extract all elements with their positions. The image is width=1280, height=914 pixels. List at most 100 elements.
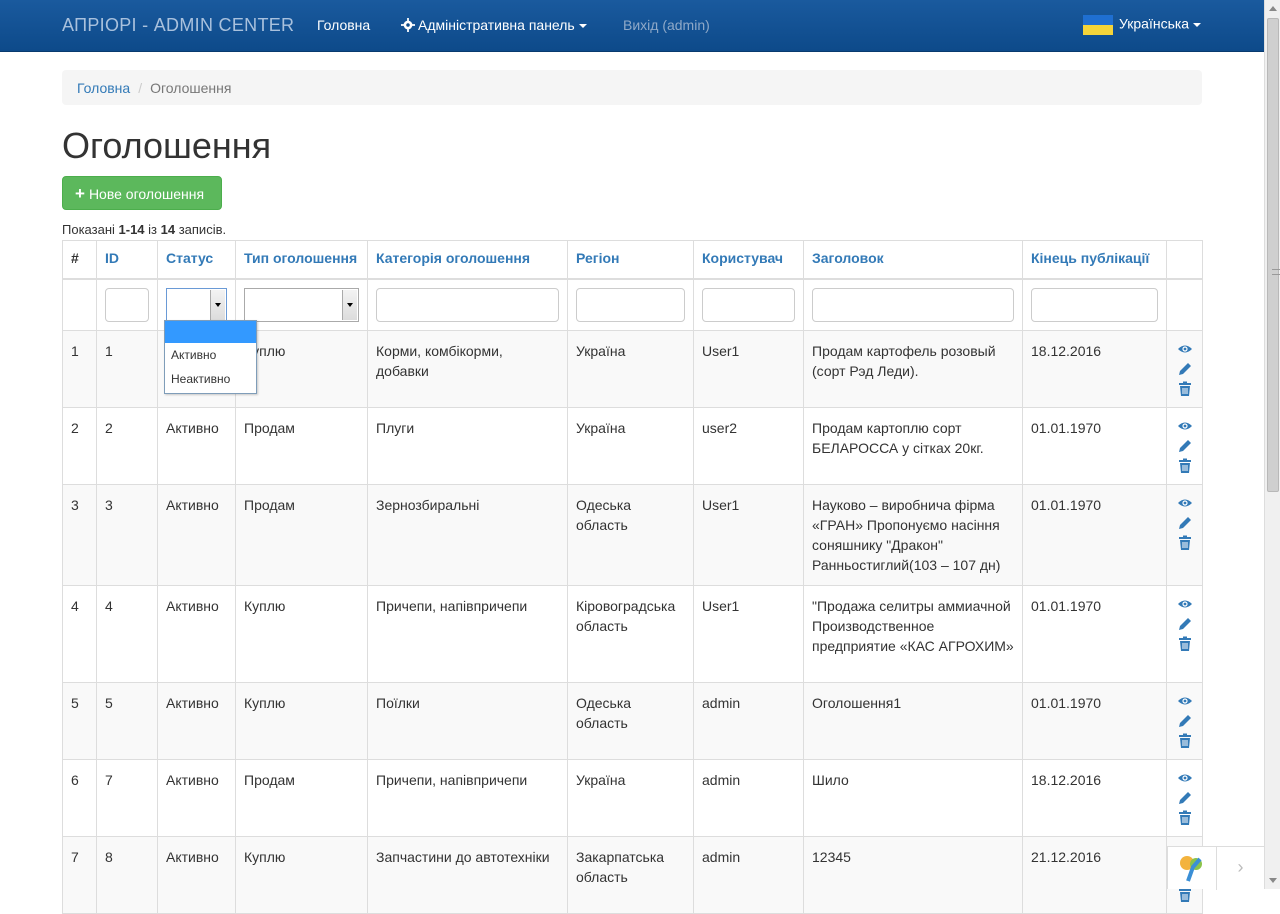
- vertical-scrollbar[interactable]: [1264, 0, 1280, 889]
- cell-title: Продам картоплю сорт БЕЛАРОССА у сітках …: [803, 407, 1023, 485]
- col-end-date[interactable]: Кінець публікації: [1022, 240, 1167, 280]
- filter-title-input[interactable]: [812, 287, 1014, 322]
- col-title[interactable]: Заголовок: [803, 240, 1023, 280]
- dropdown-arrow-icon[interactable]: [210, 289, 225, 320]
- cell-num: 4: [62, 585, 97, 683]
- cell-category: Зернозбиральні: [367, 484, 568, 586]
- col-category[interactable]: Категорія оголошення: [367, 240, 568, 280]
- breadcrumb-current: Оголошення: [150, 80, 232, 96]
- pencil-icon[interactable]: [1177, 438, 1193, 454]
- pencil-icon[interactable]: [1177, 515, 1193, 531]
- filter-type-select[interactable]: [244, 287, 359, 322]
- cell-status: Активно: [157, 484, 236, 586]
- trash-icon[interactable]: [1177, 810, 1193, 826]
- filter-cell: [693, 278, 804, 331]
- filter-cell: [567, 278, 694, 331]
- cell-type: Продам: [235, 407, 368, 485]
- filter-end-date-input[interactable]: [1031, 287, 1158, 322]
- filter-cell: [803, 278, 1023, 331]
- col-status[interactable]: Статус: [157, 240, 236, 280]
- trash-icon[interactable]: [1177, 733, 1193, 749]
- trash-icon[interactable]: [1177, 535, 1193, 551]
- trash-icon[interactable]: [1177, 636, 1193, 652]
- scroll-up-icon[interactable]: [1269, 6, 1277, 11]
- status-option-inactive[interactable]: Неактивно: [165, 367, 256, 391]
- cell-actions: [1166, 407, 1203, 485]
- navbar: АПРІОРІ - ADMIN CENTER Головна Адміністр…: [0, 0, 1264, 52]
- status-option-empty[interactable]: [165, 321, 256, 343]
- cell-end: 18.12.2016: [1022, 759, 1167, 837]
- nav-logout[interactable]: Вихід (admin): [623, 17, 710, 33]
- dropdown-arrow-icon[interactable]: [342, 289, 357, 320]
- eye-icon[interactable]: [1177, 693, 1193, 709]
- gear-icon: [401, 18, 415, 32]
- cell-user[interactable]: User1: [693, 585, 804, 683]
- brand[interactable]: АПРІОРІ - ADMIN CENTER: [62, 15, 294, 36]
- cell-user[interactable]: User1: [693, 484, 804, 586]
- filter-category-input[interactable]: [376, 287, 559, 322]
- cell-end: 01.01.1970: [1022, 585, 1167, 683]
- cell-num: 2: [62, 407, 97, 485]
- new-ad-label: Нове оголошення: [88, 186, 205, 202]
- breadcrumb-home[interactable]: Головна: [77, 80, 130, 96]
- filter-cell: [1022, 278, 1167, 331]
- nav-home[interactable]: Головна: [317, 17, 370, 33]
- trash-icon[interactable]: [1177, 381, 1193, 397]
- filter-status-select[interactable]: [166, 287, 227, 322]
- cell-region: Україна: [567, 330, 694, 408]
- eye-icon[interactable]: [1177, 341, 1193, 357]
- cell-user[interactable]: admin: [693, 836, 804, 914]
- cell-category: Причепи, напівпричепи: [367, 585, 568, 683]
- language-selector[interactable]: Українська: [1083, 15, 1202, 35]
- eye-icon[interactable]: [1177, 495, 1193, 511]
- cell-end: 01.01.1970: [1022, 682, 1167, 760]
- cell-user[interactable]: User1: [693, 330, 804, 408]
- page-title: Оголошення: [62, 125, 272, 166]
- chevron-right-icon[interactable]: ›: [1216, 847, 1264, 890]
- pencil-icon[interactable]: [1177, 713, 1193, 729]
- cell-title: 12345: [803, 836, 1023, 914]
- cell-status: Активно: [157, 585, 236, 683]
- pencil-icon[interactable]: [1177, 790, 1193, 806]
- cell-status: Активно: [157, 759, 236, 837]
- eye-icon[interactable]: [1177, 596, 1193, 612]
- filter-region-input[interactable]: [576, 287, 685, 322]
- cell-type: Куплю: [235, 585, 368, 683]
- filter-id-input[interactable]: [105, 287, 149, 322]
- col-id[interactable]: ID: [96, 240, 158, 280]
- chevron-down-icon: [578, 24, 587, 29]
- yii-logo-icon[interactable]: [1176, 853, 1206, 883]
- col-type[interactable]: Тип оголошення: [235, 240, 368, 280]
- new-ad-button[interactable]: + Нове оголошення: [62, 176, 222, 210]
- table-row: 6 7 Активно Продам Причепи, напівпричепи Укра…: [62, 759, 1203, 837]
- cell-num: 3: [62, 484, 97, 586]
- cell-id: 3: [96, 484, 158, 586]
- col-user[interactable]: Користувач: [693, 240, 804, 280]
- cell-user[interactable]: admin: [693, 682, 804, 760]
- trash-icon[interactable]: [1177, 887, 1193, 903]
- cell-title: "Продажа селитры аммиачной Производствен…: [803, 585, 1023, 683]
- col-region[interactable]: Регіон: [567, 240, 694, 280]
- cell-category: Корми, комбікорми, добавки: [367, 330, 568, 408]
- cell-user[interactable]: user2: [693, 407, 804, 485]
- scroll-thumb[interactable]: [1267, 18, 1280, 492]
- cell-actions: [1166, 484, 1203, 586]
- filter-user-input[interactable]: [702, 287, 795, 322]
- scroll-down-icon[interactable]: [1269, 878, 1277, 883]
- status-option-active[interactable]: Активно: [165, 343, 256, 367]
- pencil-icon[interactable]: [1177, 361, 1193, 377]
- summary-prefix: Показані: [62, 222, 119, 237]
- cell-num: 7: [62, 836, 97, 914]
- trash-icon[interactable]: [1177, 458, 1193, 474]
- eye-icon[interactable]: [1177, 418, 1193, 434]
- pencil-icon[interactable]: [1177, 616, 1193, 632]
- table-row: 5 5 Активно Куплю Поїлки Одеська область admin…: [62, 682, 1203, 760]
- header-row: # ID Статус Тип оголошення Категорія ого…: [62, 240, 1203, 280]
- nav-admin-panel[interactable]: Адміністративна панель: [401, 17, 587, 33]
- cell-title: Оголошення1: [803, 682, 1023, 760]
- filter-cell-empty: [62, 278, 97, 331]
- cell-num: 6: [62, 759, 97, 837]
- cell-user[interactable]: admin: [693, 759, 804, 837]
- eye-icon[interactable]: [1177, 770, 1193, 786]
- cell-region: Одеська область: [567, 682, 694, 760]
